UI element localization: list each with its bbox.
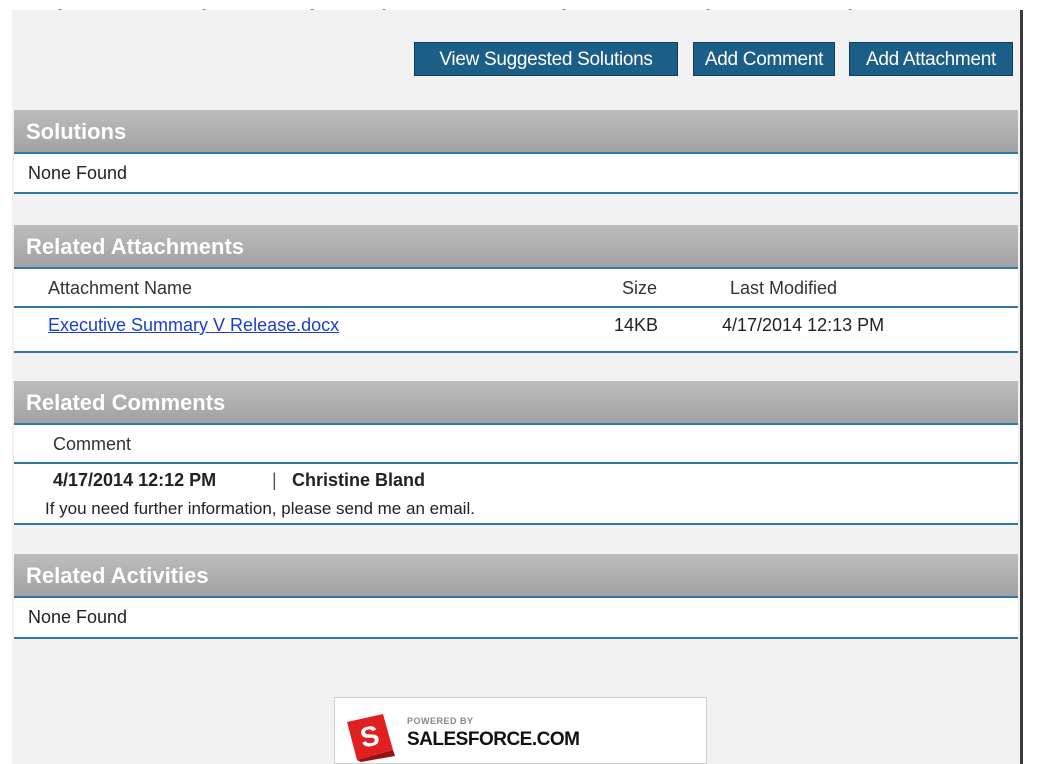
column-size: Size [622,278,658,298]
activities-empty-text: None Found [28,607,128,627]
attachments-body: Attachment Name Size Last Modified Execu… [14,269,1018,353]
salesforce-brand-label: SALESFORCE.COM [407,729,580,750]
comment-separator: | [272,470,277,490]
column-comment: Comment [53,434,132,454]
add-attachment-button[interactable]: Add Attachment [849,42,1013,76]
comment-text: If you need further information, please … [45,499,475,518]
add-comment-button[interactable]: Add Comment [693,42,835,76]
attachment-link[interactable]: Executive Summary V Release.docx [48,315,339,336]
view-suggested-solutions-button[interactable]: View Suggested Solutions [414,42,678,76]
solutions-empty-text: None Found [28,163,128,183]
activities-header: Related Activities [14,554,1018,598]
comments-header-rule [14,462,1018,464]
attachments-header-rule [14,306,1018,308]
comment-author: Christine Bland [292,470,426,490]
salesforce-logo-icon: S [347,714,395,762]
comment-timestamp: 4/17/2014 12:12 PM [53,470,217,490]
comments-header: Related Comments [14,381,1018,425]
column-attachment-name: Attachment Name [48,278,193,298]
powered-by-salesforce-badge[interactable]: S POWERED BY SALESFORCE.COM [334,697,707,764]
activities-body: None Found [14,598,1018,639]
attachment-last-modified: 4/17/2014 12:13 PM [722,315,885,335]
solutions-body: None Found [14,154,1018,194]
column-last-modified: Last Modified [730,278,838,298]
attachment-size: 14KB [614,315,659,335]
attachments-header: Related Attachments [14,225,1018,269]
solutions-header: Solutions [14,110,1018,154]
powered-by-label: POWERED BY [407,716,474,726]
comments-body: Comment 4/17/2014 12:12 PM | Christine B… [14,425,1018,525]
